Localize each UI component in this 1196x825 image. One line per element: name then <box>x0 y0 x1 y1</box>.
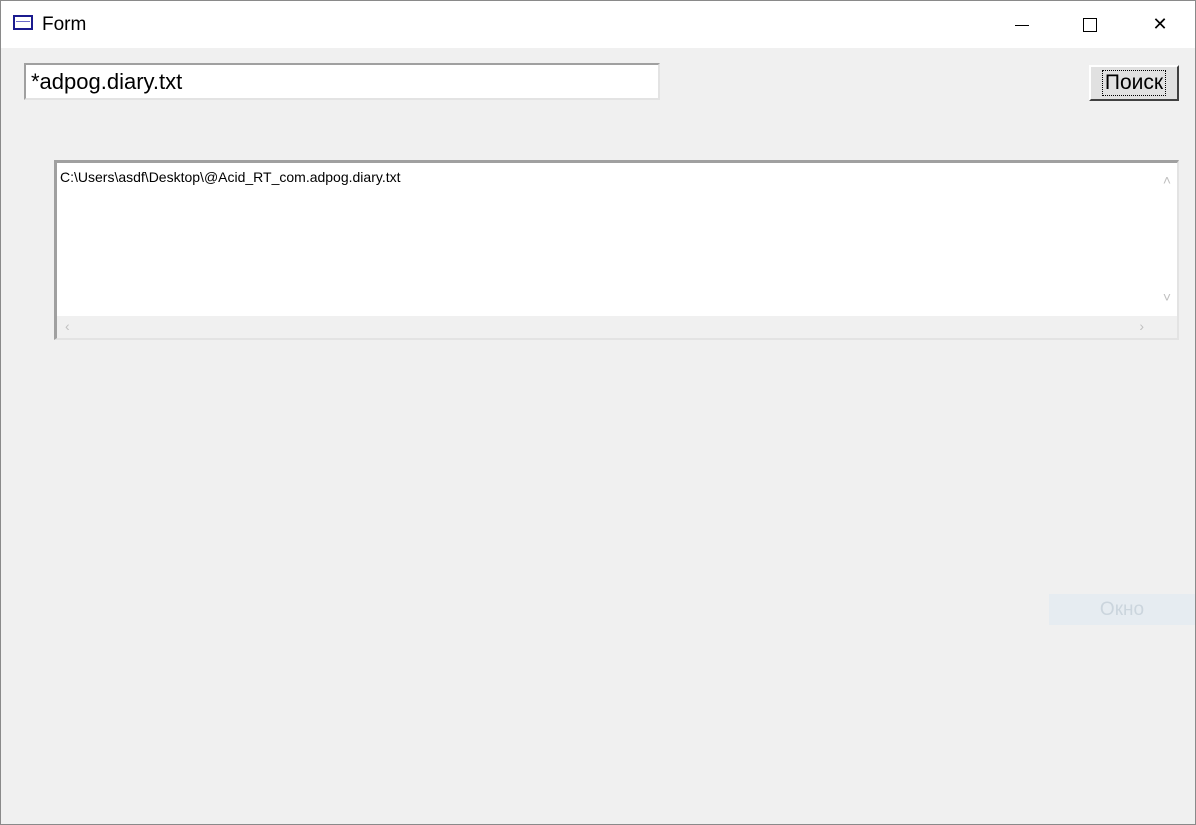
scroll-up-icon[interactable]: ˄ <box>1163 173 1171 187</box>
maximize-button[interactable] <box>1067 1 1113 48</box>
horizontal-scrollbar[interactable]: ‹ › <box>57 316 1153 338</box>
scrollbar-corner <box>1153 316 1177 338</box>
minimize-icon <box>1015 25 1029 26</box>
results-text: C:\Users\asdf\Desktop\@Acid_RT_com.adpog… <box>60 169 401 185</box>
window-button[interactable]: Окно <box>1049 594 1195 625</box>
scroll-left-icon[interactable]: ‹ <box>65 319 70 333</box>
search-input[interactable] <box>24 63 660 100</box>
close-button[interactable]: ✕ <box>1137 1 1183 48</box>
scroll-down-icon[interactable]: ˅ <box>1163 290 1171 304</box>
window-title: Form <box>42 14 87 35</box>
window-icon <box>13 15 33 30</box>
search-button-label: Поиск <box>1101 70 1167 96</box>
title-bar[interactable]: Form ✕ <box>1 1 1195 48</box>
vertical-scrollbar[interactable]: ˄ ˅ <box>1153 163 1177 316</box>
scroll-right-icon[interactable]: › <box>1139 319 1144 333</box>
maximize-icon <box>1083 17 1097 32</box>
minimize-button[interactable] <box>999 1 1045 48</box>
close-icon: ✕ <box>1152 14 1168 34</box>
results-textarea[interactable]: C:\Users\asdf\Desktop\@Acid_RT_com.adpog… <box>54 160 1179 340</box>
search-button[interactable]: Поиск <box>1089 65 1179 101</box>
main-window: Form ✕ Поиск C:\Users\asdf\Desktop\@Acid… <box>0 0 1196 825</box>
